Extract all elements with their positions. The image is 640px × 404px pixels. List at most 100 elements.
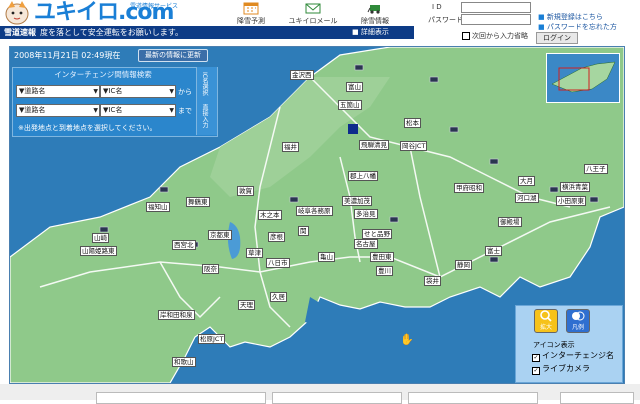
map-label-gujo[interactable]: 郡上八幡	[348, 171, 378, 181]
dropdown-arrow-icon: ▼	[93, 88, 98, 95]
square-bullet-icon: ■	[352, 28, 359, 36]
map-label-hikone[interactable]: 彦根	[268, 232, 285, 242]
map-label-seki[interactable]: 関	[298, 226, 309, 236]
nav-label: 降雪予測	[237, 17, 265, 25]
map-label-fukui[interactable]: 福井	[282, 142, 299, 152]
map-label-seto[interactable]: せと品野	[362, 229, 392, 239]
id-label: I D	[432, 3, 442, 11]
register-link[interactable]: ■ 新規登録はこちら	[538, 12, 603, 22]
map-label-tsuruga[interactable]: 敦賀	[237, 186, 254, 196]
remember-checkbox[interactable]	[462, 31, 472, 42]
map-label-hanno[interactable]: 阪奈	[202, 264, 219, 274]
map-label-gotemba[interactable]: 御殿場	[498, 217, 522, 227]
news-detail-link[interactable]: ■ 詳細表示	[352, 27, 389, 37]
tab-direct-input[interactable]: 直接入力	[200, 104, 208, 128]
map-label-toyokawa[interactable]: 豊川	[376, 266, 393, 276]
password-label: パスワード	[428, 16, 463, 24]
map-label-okaya[interactable]: 岡谷JCT	[400, 141, 428, 151]
map-label-kishiwada[interactable]: 岸和田和泉	[158, 310, 195, 320]
map-label-minokamo[interactable]: 美濃加茂	[342, 196, 372, 206]
zoom-label: 拡大	[539, 324, 552, 331]
map-label-otsuki[interactable]: 大月	[518, 176, 535, 186]
legend-icon	[572, 311, 585, 321]
legend-label: 凡例	[571, 324, 584, 331]
map-label-fukuchiyama[interactable]: 福知山	[146, 202, 170, 212]
map-label-odawara[interactable]: 小田原東	[556, 196, 586, 206]
map-label-kofu[interactable]: 甲府昭和	[454, 183, 484, 193]
nav-label: 除雪情報	[361, 17, 389, 25]
to-label: まで	[178, 107, 192, 115]
map-label-shizuoka[interactable]: 静岡	[455, 260, 472, 270]
map-label-kusatsu[interactable]: 草津	[246, 248, 263, 258]
toggle-live-cameras[interactable]: ✓ ライブカメラ	[532, 363, 590, 375]
refresh-button[interactable]: 最新の情報に更新	[138, 49, 208, 62]
overview-minimap[interactable]	[546, 53, 620, 103]
nav-label: ユキイロメール	[288, 17, 338, 25]
dropdown-arrow-icon: ▼	[93, 107, 98, 114]
map-label-nagoya[interactable]: 名古屋	[354, 239, 378, 249]
mascot-logo-icon[interactable]	[2, 0, 32, 26]
map-label-kawaguchiko[interactable]: 河口湖	[515, 193, 539, 203]
from-label: から	[178, 88, 192, 96]
icon-display-title: アイコン表示	[533, 341, 575, 349]
tab-ic-select[interactable]: IC名選択	[200, 72, 208, 96]
map-label-kameyama[interactable]: 亀山	[318, 252, 335, 262]
map-label-yokohama[interactable]: 横浜青葉	[560, 182, 590, 192]
magnifier-icon	[540, 310, 552, 322]
map-label-hida[interactable]: 飛騨清見	[359, 140, 389, 150]
map-label-hisai[interactable]: 久居	[270, 292, 287, 302]
login-button[interactable]: ログイン	[536, 32, 578, 44]
to-ic-select[interactable]: ▼IC名 ▼	[100, 104, 176, 117]
map-label-tenri[interactable]: 天理	[238, 300, 255, 310]
ic-search-title: インターチェンジ間情報検索	[54, 70, 152, 79]
map-label-nishinomiya[interactable]: 西宮北	[172, 240, 196, 250]
map-label-toyama[interactable]: 富山	[346, 82, 363, 92]
bottom-panel-middle	[272, 392, 402, 404]
to-road-select[interactable]: ▼道路名 ▼	[16, 104, 100, 117]
id-input[interactable]	[461, 2, 531, 13]
nav-snow-removal[interactable]: 除雪情報	[342, 0, 408, 26]
map-label-yamasaki[interactable]: 山崎	[92, 233, 109, 243]
checkbox-checked-icon: ✓	[532, 354, 540, 362]
dropdown-arrow-icon: ▼	[169, 88, 174, 95]
map-label-wakayama[interactable]: 和歌山	[172, 357, 196, 367]
map-label-fuji[interactable]: 富士	[485, 246, 502, 256]
update-timestamp: 2008年11月21日 02:49現在	[14, 51, 121, 60]
map-label-gokayama[interactable]: 五箇山	[338, 100, 362, 110]
bottom-panel-left	[96, 392, 266, 404]
toggle-ic-names[interactable]: ✓ インターチェンジ名	[532, 350, 614, 362]
remember-label: 次回から入力省略	[472, 32, 528, 40]
snowplow-icon	[367, 1, 383, 15]
news-label: 雪道速報	[4, 28, 36, 37]
zoom-button[interactable]: 拡大	[534, 309, 558, 333]
from-road-select[interactable]: ▼道路名 ▼	[16, 85, 100, 98]
map-label-tajimi[interactable]: 多治見	[354, 209, 378, 219]
site-tagline: 雪道情報サービス	[130, 3, 179, 10]
map-label-kyoto[interactable]: 京都東	[208, 230, 232, 240]
forgot-password-link[interactable]: ■ パスワードを忘れた方	[538, 22, 617, 32]
bottom-panel-far-right	[560, 392, 634, 404]
map-label-hachioji[interactable]: 八王子	[584, 164, 608, 174]
checkbox-checked-icon: ✓	[532, 367, 540, 375]
password-input[interactable]	[461, 14, 531, 25]
map-label-kinomoto[interactable]: 木之本	[258, 210, 282, 220]
map-label-matsumoto[interactable]: 松本	[404, 118, 421, 128]
nav-snow-forecast[interactable]: 降雪予測	[218, 0, 284, 26]
news-text[interactable]: 度を落として安全運転をお願いします。	[40, 27, 183, 38]
nav-mail[interactable]: ユキイロメール	[280, 0, 346, 26]
from-ic-select[interactable]: ▼IC名 ▼	[100, 85, 176, 98]
map-label-gifu[interactable]: 岐阜各務原	[296, 206, 333, 216]
hand-cursor-icon: ✋	[400, 333, 414, 346]
legend-button[interactable]: 凡例	[566, 309, 590, 333]
weather-marker-icon[interactable]	[348, 124, 358, 134]
snow-calendar-icon	[243, 1, 259, 15]
map-label-kanazawa[interactable]: 金沢西	[290, 70, 314, 80]
map-label-toyota[interactable]: 豊田東	[370, 252, 394, 262]
map-label-matsubara[interactable]: 松原JCT	[198, 334, 226, 344]
map-label-yokaichi[interactable]: 八日市	[266, 258, 290, 268]
map-label-maizuru[interactable]: 舞鶴東	[186, 197, 210, 207]
map-label-sanyo[interactable]: 山陽姫路東	[80, 246, 117, 256]
search-instruction-note: ※出発地点と到着地点を選択してください。	[18, 124, 157, 132]
bottom-panel-right	[408, 392, 538, 404]
map-label-fukuroi[interactable]: 袋井	[424, 276, 441, 286]
